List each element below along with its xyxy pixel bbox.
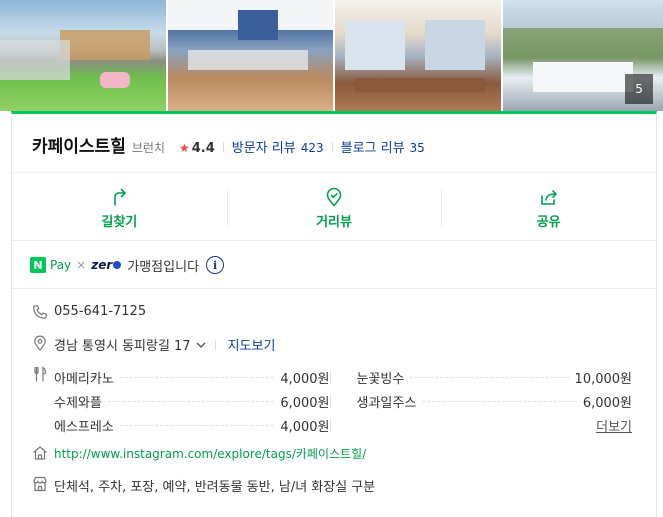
merchant-description: 가맹점입니다 [127, 259, 200, 275]
menu-list: 아메리카노 4,000원 눈꽃빙수 10,000원 수제와플 6,000원 생과… [54, 365, 632, 437]
menu-item-name: 눈꽃빙수 [356, 371, 405, 387]
address-row: 경남 통영시 동피랑길 17 지도보기 [54, 335, 275, 354]
menu-item: 생과일주스 6,000원 [357, 392, 633, 411]
star-icon: ★ [178, 141, 190, 155]
location-pin-icon [34, 335, 46, 351]
photo-building-exterior[interactable]: 5 [502, 0, 663, 111]
menu-item-name: 아메리카노 [54, 371, 114, 387]
place-name: 카페이스트힐 [32, 137, 126, 157]
menu-row: 수제와플 6,000원 생과일주스 6,000원 [54, 389, 632, 413]
phone-icon [33, 305, 47, 319]
npay-text: Pay [50, 258, 72, 272]
chevron-down-icon[interactable] [195, 339, 207, 351]
zero-pay-logo: zer [91, 258, 113, 272]
blog-reviews-count[interactable]: 35 [410, 141, 425, 155]
menu-item-name: 수제와플 [54, 395, 102, 411]
menu-item-price: 6,000원 [582, 395, 632, 411]
zero-pay-dot-icon [113, 261, 122, 269]
menu-row: 에스프레소 4,000원 더보기 [54, 413, 632, 437]
menu-item-price: 4,000원 [280, 371, 330, 387]
divider [214, 339, 216, 350]
place-category: 브런치 [131, 141, 165, 155]
info-icon[interactable]: i [206, 256, 225, 274]
photo-interior-seating[interactable] [335, 0, 501, 111]
street-view-icon [326, 187, 342, 206]
divider [329, 370, 331, 384]
menu-item: 에스프레소 4,000원 [54, 416, 330, 435]
menu-item-name: 생과일주스 [356, 395, 417, 411]
directions-button[interactable]: 길찾기 [12, 176, 227, 240]
directions-label: 길찾기 [101, 214, 138, 230]
photo-rooftop-terrace[interactable] [0, 0, 166, 111]
menu-item: 눈꽃빙수 10,000원 [357, 368, 633, 387]
blog-reviews-link[interactable]: 블로그 리뷰 [341, 137, 405, 156]
npay-logo-icon: N [30, 257, 46, 273]
menu-item: 아메리카노 4,000원 [54, 368, 330, 387]
menu-item-price: 4,000원 [280, 419, 330, 435]
homepage-link[interactable]: http://www.instagram.com/explore/tags/카페… [54, 445, 366, 462]
street-view-button[interactable]: 거리뷰 [226, 176, 442, 240]
menu-item-name: 에스프레소 [54, 419, 114, 435]
place-header: 카페이스트힐 브런치 ★ 4.4 방문자 리뷰 423 블로그 리뷰 35 [32, 132, 425, 157]
visitor-reviews-link[interactable]: 방문자 리뷰 [232, 137, 296, 156]
share-label: 공유 [536, 214, 561, 230]
action-bar: 길찾기 거리뷰 공유 [12, 176, 656, 240]
divider [329, 418, 331, 432]
photo-count-badge[interactable]: 5 [625, 74, 654, 104]
address-text: 경남 통영시 동피랑길 17 [54, 339, 191, 354]
menu-item: 수제와플 6,000원 [54, 392, 330, 411]
street-view-label: 거리뷰 [316, 214, 352, 230]
divider [222, 142, 224, 152]
home-icon [33, 446, 47, 460]
place-summary-card: 카페이스트힐 브런치 ★ 4.4 방문자 리뷰 423 블로그 리뷰 35 길찾… [11, 111, 657, 517]
photo-patio-umbrellas[interactable] [167, 0, 333, 111]
view-map-link[interactable]: 지도보기 [228, 335, 276, 354]
divider [12, 240, 656, 241]
share-icon [540, 189, 557, 205]
directions-icon [114, 188, 127, 206]
rating-value: 4.4 [191, 141, 215, 156]
photo-strip: 5 [0, 0, 663, 111]
divider [12, 172, 656, 173]
menu-more-cell: 더보기 [357, 416, 632, 435]
facilities-list: 단체석, 주차, 포장, 예약, 반려동물 동반, 남/녀 화장실 구분 [54, 480, 376, 495]
share-button[interactable]: 공유 [441, 176, 656, 240]
divider [329, 394, 331, 408]
menu-item-price: 6,000원 [280, 395, 330, 411]
naverpay-zero-banner: N Pay × zer 가맹점입니다 i [30, 254, 225, 276]
menu-more-link[interactable]: 더보기 [596, 416, 632, 435]
menu-item-price: 10,000원 [574, 371, 632, 387]
times-symbol: × [76, 258, 87, 272]
divider [12, 288, 656, 289]
phone-number[interactable]: 055-641-7125 [54, 304, 146, 319]
divider [331, 142, 333, 152]
cutlery-icon [34, 366, 47, 382]
visitor-reviews-count[interactable]: 423 [301, 141, 324, 155]
store-icon [33, 476, 47, 492]
menu-row: 아메리카노 4,000원 눈꽃빙수 10,000원 [54, 365, 632, 389]
